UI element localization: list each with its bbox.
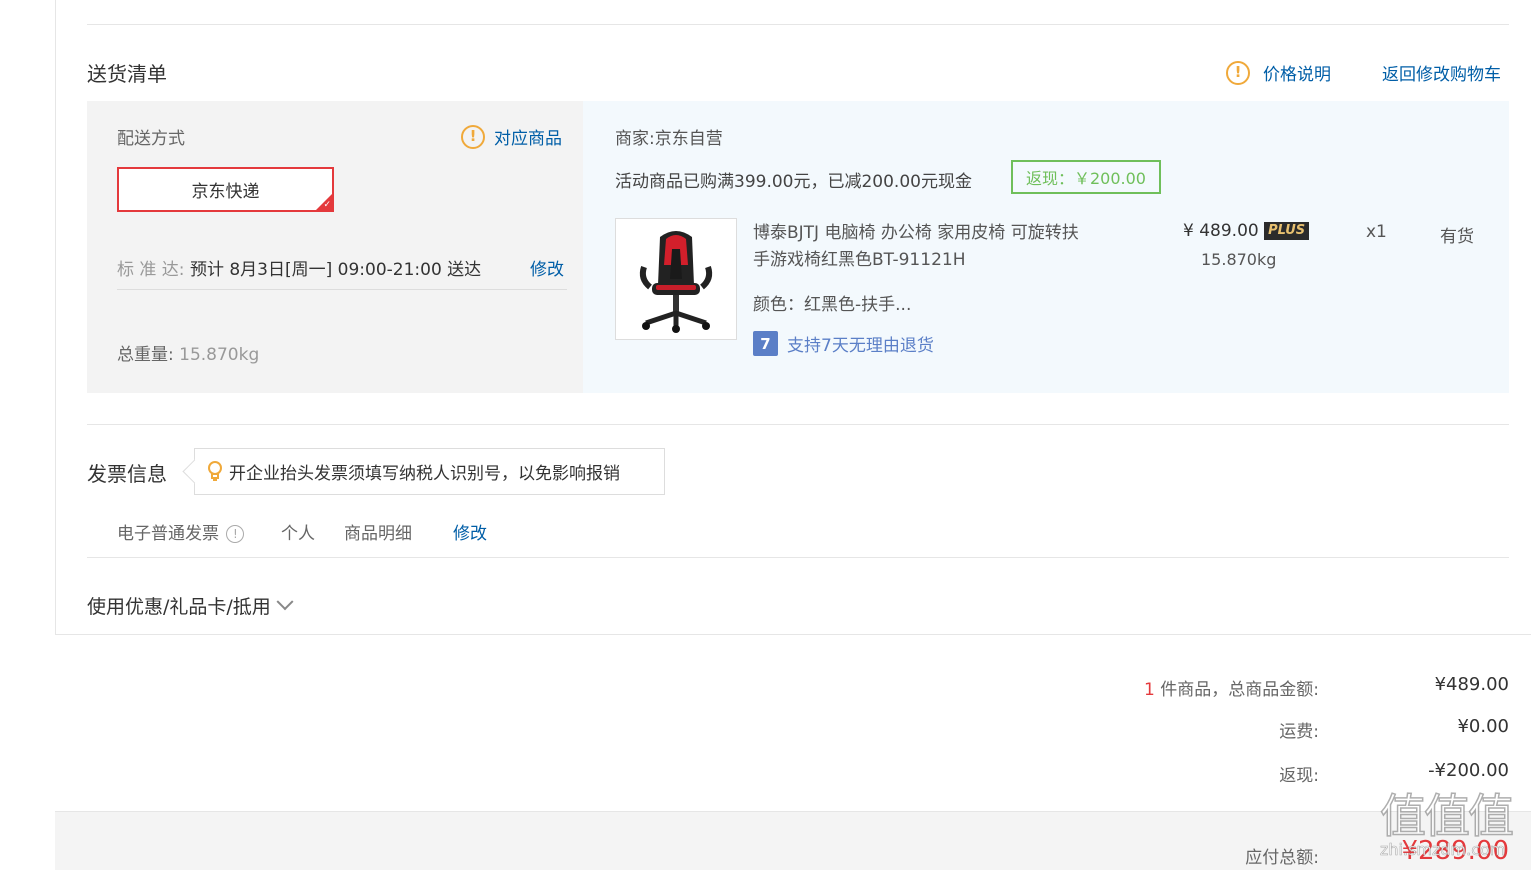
watermark-sub: zhi.smzdm.com xyxy=(1380,840,1506,860)
delivery-title: 送货清单 xyxy=(87,62,167,86)
invoice-type: 电子普通发票 ! xyxy=(117,519,245,544)
invoice-personal: 个人 xyxy=(281,524,315,544)
invoice-tip: 开企业抬头发票须填写纳税人识别号，以免影响报销 xyxy=(194,448,665,495)
watermark-text: 值值值 xyxy=(1379,789,1515,843)
check-icon: ✓ xyxy=(323,200,331,210)
stock-status: 有货 xyxy=(1440,227,1474,247)
product-image[interactable] xyxy=(615,218,737,340)
seven-day-return-icon: 7 xyxy=(753,331,778,356)
invoice-tip-text: 开企业抬头发票须填写纳税人识别号，以免影响报销 xyxy=(229,464,620,484)
standard-delivery-row: 标 准 达: 预计 8月3日[周一] 09:00-21:00 送达 xyxy=(117,255,481,280)
total-payable-label: 应付总额: xyxy=(1245,848,1319,868)
warning-icon: ! xyxy=(1226,60,1250,85)
cashback-tag: 返现：￥200.00 xyxy=(1011,160,1161,194)
divider-top xyxy=(87,24,1509,25)
back-to-cart-link[interactable]: 返回修改购物车 xyxy=(1382,60,1501,85)
weight-value: 15.870kg xyxy=(179,345,260,365)
item-count: 1 xyxy=(1144,680,1155,700)
shipping-fee-label: 运费: xyxy=(1279,722,1319,742)
goods-total-text: 件商品，总商品金额: xyxy=(1160,680,1319,700)
product-title-line1: 博泰BJTJ 电脑椅 办公椅 家用皮椅 可旋转扶 xyxy=(753,223,1079,243)
merchant-row: 商家:京东自营 xyxy=(615,124,723,149)
merchant-name: 京东自营 xyxy=(654,129,723,149)
plus-badge: PLUS xyxy=(1264,222,1310,240)
standard-eta: 预计 8月3日[周一] 09:00-21:00 送达 xyxy=(189,260,482,280)
chevron-down-icon xyxy=(276,592,294,610)
warning-icon: ! xyxy=(461,124,485,149)
shipping-method-label: 配送方式 xyxy=(117,129,185,149)
product-title-line2: 手游戏椅红黑色BT-91121H xyxy=(753,250,966,270)
info-icon[interactable]: ! xyxy=(226,525,245,543)
modify-delivery-link[interactable]: 修改 xyxy=(530,255,564,280)
left-border xyxy=(55,0,56,635)
coupons-toggle[interactable]: 使用优惠/礼品卡/抵用 xyxy=(87,592,294,619)
cashback-label: 返现: xyxy=(1279,766,1319,786)
invoice-title: 发票信息 xyxy=(87,462,167,486)
return-policy-label: 支持7天无理由退货 xyxy=(787,336,934,356)
product-title-link[interactable]: 博泰BJTJ 电脑椅 办公椅 家用皮椅 可旋转扶 手游戏椅红黑色BT-91121… xyxy=(753,220,1079,274)
modify-invoice-link[interactable]: 修改 xyxy=(453,519,487,544)
invoice-type-label: 电子普通发票 xyxy=(117,524,219,544)
price-note-link[interactable]: ! 价格说明 xyxy=(1226,60,1331,85)
product-color: 颜色：红黑色-扶手... xyxy=(753,295,912,315)
match-goods-label: 对应商品 xyxy=(494,129,562,149)
merchant-label: 商家: xyxy=(615,129,655,149)
product-price-row: ¥ 489.00 PLUS xyxy=(1183,221,1310,241)
invoice-detail: 商品明细 xyxy=(344,524,412,544)
lightbulb-icon xyxy=(207,460,223,483)
shipping-option-label: 京东快递 xyxy=(191,182,260,202)
match-goods-link[interactable]: ! 对应商品 xyxy=(461,124,562,149)
watermark-logo: 值值值 zhi.smzdm.com xyxy=(1379,789,1525,870)
cashback-value: -¥200.00 xyxy=(1428,760,1509,781)
standard-label: 标 准 达: xyxy=(117,260,185,280)
shipping-fee-value: ¥0.00 xyxy=(1457,716,1509,737)
divider-coupons xyxy=(87,557,1509,558)
shipping-option-jd-express[interactable]: 京东快递 ✓ xyxy=(117,167,334,212)
goods-total-label: 1 件商品，总商品金额: xyxy=(1144,675,1319,700)
divider-summary xyxy=(55,634,1531,635)
coupons-label: 使用优惠/礼品卡/抵用 xyxy=(87,596,271,618)
divider-invoice xyxy=(87,424,1509,425)
goods-total-value: ¥489.00 xyxy=(1434,674,1509,695)
total-weight-row: 总重量: 15.870kg xyxy=(117,340,259,365)
product-quantity: x1 xyxy=(1366,222,1387,242)
product-weight: 15.870kg xyxy=(1201,250,1277,269)
price-note-label: 价格说明 xyxy=(1263,65,1331,85)
product-price: ¥ 489.00 xyxy=(1183,221,1259,241)
gaming-chair-image xyxy=(639,231,713,333)
shipping-divider xyxy=(117,289,567,290)
weight-label: 总重量: xyxy=(117,345,174,365)
promo-text: 活动商品已购满399.00元，已减200.00元现金 xyxy=(615,172,972,192)
